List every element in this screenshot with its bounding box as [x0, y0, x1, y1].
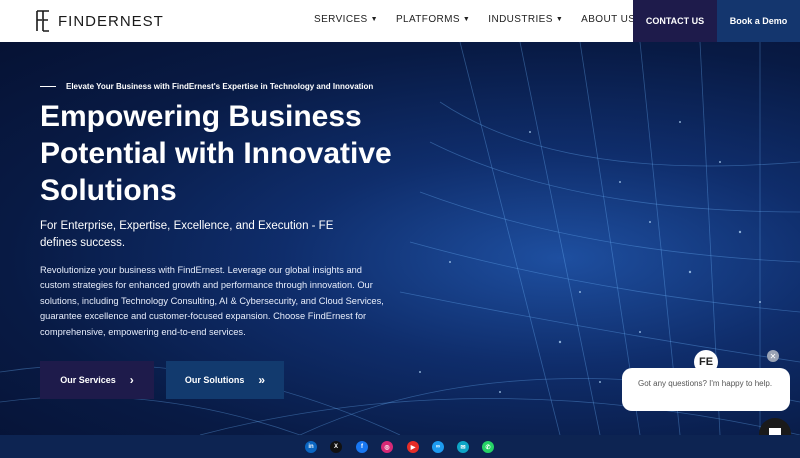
- hero-body: Revolutionize your business with FindErn…: [40, 265, 384, 337]
- link-icon[interactable]: ∞: [432, 441, 444, 453]
- instagram-icon[interactable]: ◎: [381, 441, 393, 453]
- site-header: FINDERNEST SERVICES ▼ PLATFORMS ▼ INDUST…: [0, 0, 800, 42]
- hero-headline: Empowering Business Potential with Innov…: [40, 100, 392, 207]
- book-demo-button[interactable]: Book a Demo: [717, 0, 800, 42]
- our-services-button[interactable]: Our Services ›: [40, 361, 154, 399]
- chevron-down-icon: ▼: [370, 16, 378, 23]
- nav-services[interactable]: SERVICES ▼: [314, 14, 378, 25]
- social-bar: in X f ◎ ▶ ∞ ✉ ✆: [0, 435, 800, 458]
- nav-services-label: SERVICES: [314, 14, 368, 25]
- linkedin-icon[interactable]: in: [305, 441, 317, 453]
- nav-industries-label: INDUSTRIES: [488, 14, 553, 25]
- chevron-down-icon: ▼: [462, 16, 471, 23]
- tagline-row: Elevate Your Business with FindErnest's …: [40, 82, 373, 91]
- main-nav: SERVICES ▼ PLATFORMS ▼ INDUSTRIES ▼ ABOU…: [314, 14, 664, 25]
- findernest-logo-icon: [34, 9, 52, 33]
- our-solutions-button[interactable]: Our Solutions »: [166, 361, 284, 399]
- our-services-label: Our Services: [60, 375, 116, 385]
- close-icon[interactable]: ✕: [767, 350, 779, 362]
- nav-platforms-label: PLATFORMS: [395, 14, 460, 25]
- facebook-icon[interactable]: f: [356, 441, 368, 453]
- email-icon[interactable]: ✉: [457, 441, 469, 453]
- double-chevron-right-icon: »: [258, 373, 266, 387]
- youtube-icon[interactable]: ▶: [407, 441, 419, 453]
- nav-platforms[interactable]: PLATFORMS ▼: [396, 14, 470, 25]
- chevron-down-icon: ▼: [555, 16, 564, 23]
- logo[interactable]: FINDERNEST: [34, 9, 164, 33]
- tagline: Elevate Your Business with FindErnest's …: [66, 82, 374, 91]
- whatsapp-icon[interactable]: ✆: [482, 441, 494, 453]
- tagline-divider: [40, 86, 56, 87]
- our-solutions-label: Our Solutions: [184, 375, 245, 385]
- nav-industries[interactable]: INDUSTRIES ▼: [488, 14, 563, 25]
- nav-about-us-label: ABOUT US: [581, 14, 636, 25]
- chevron-right-icon: ›: [129, 373, 134, 387]
- hero-subhead: For Enterprise, Expertise, Excellence, a…: [40, 220, 334, 249]
- x-twitter-icon[interactable]: X: [330, 441, 342, 453]
- contact-us-button[interactable]: CONTACT US: [633, 0, 717, 42]
- logo-text: FINDERNEST: [58, 12, 164, 30]
- chat-message[interactable]: Got any questions? I'm happy to help.: [622, 368, 790, 411]
